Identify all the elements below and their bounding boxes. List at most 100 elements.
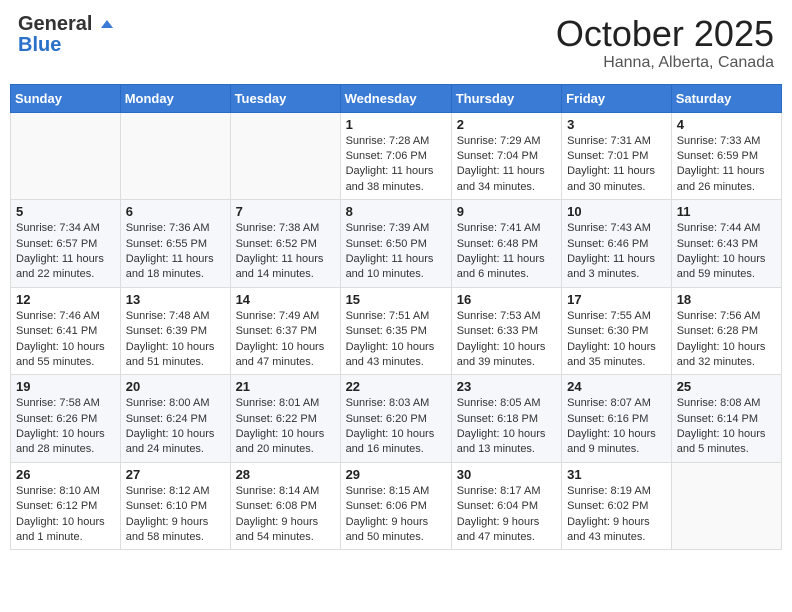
calendar-cell: 22 Sunrise: 8:03 AM Sunset: 6:20 PM Dayli… — [340, 375, 451, 463]
calendar-cell: 8 Sunrise: 7:39 AM Sunset: 6:50 PM Daylig… — [340, 200, 451, 288]
calendar-header-row: SundayMondayTuesdayWednesdayThursdayFrid… — [11, 84, 782, 112]
calendar-cell: 5Sunrise: 7:34 AM Sunset: 6:57 PM Daylig… — [11, 200, 121, 288]
calendar-table: SundayMondayTuesdayWednesdayThursdayFrid… — [10, 84, 782, 551]
title-block: October 2025 Hanna, Alberta, Canada — [556, 14, 774, 72]
calendar-cell — [671, 462, 781, 550]
day-info: Sunrise: 7:44 AM Sunset: 6:43 PM Dayligh… — [677, 221, 776, 283]
day-info: Sunrise: 8:00 AM Sunset: 6:24 PM Dayligh… — [126, 396, 225, 458]
calendar-cell: 28 Sunrise: 8:14 AM Sunset: 6:08 PM Dayli… — [230, 462, 340, 550]
calendar-cell: 25Sunrise: 8:08 AM Sunset: 6:14 PM Dayli… — [671, 375, 781, 463]
calendar-cell: 29 Sunrise: 8:15 AM Sunset: 6:06 PM Dayli… — [340, 462, 451, 550]
calendar-week-row: 19Sunrise: 7:58 AM Sunset: 6:26 PM Dayli… — [11, 375, 782, 463]
day-info: Sunrise: 7:29 AM Sunset: 7:04 PM Dayligh… — [457, 134, 556, 196]
day-number: 15 — [346, 292, 446, 307]
calendar-cell: 7 Sunrise: 7:38 AM Sunset: 6:52 PM Daylig… — [230, 200, 340, 288]
day-number: 2 — [457, 117, 556, 132]
day-number: 1 — [346, 117, 446, 132]
calendar-cell: 27 Sunrise: 8:12 AM Sunset: 6:10 PM Dayli… — [120, 462, 230, 550]
calendar-cell: 11 Sunrise: 7:44 AM Sunset: 6:43 PM Dayli… — [671, 200, 781, 288]
calendar-week-row: 26 Sunrise: 8:10 AM Sunset: 6:12 PM Dayli… — [11, 462, 782, 550]
day-number: 10 — [567, 204, 666, 219]
day-info: Sunrise: 8:15 AM Sunset: 6:06 PM Dayligh… — [346, 484, 446, 546]
day-info: Sunrise: 7:39 AM Sunset: 6:50 PM Dayligh… — [346, 221, 446, 283]
day-info: Sunrise: 7:36 AM Sunset: 6:55 PM Dayligh… — [126, 221, 225, 283]
calendar-cell: 4 Sunrise: 7:33 AM Sunset: 6:59 PM Daylig… — [671, 112, 781, 200]
calendar-week-row: 1 Sunrise: 7:28 AM Sunset: 7:06 PM Daylig… — [11, 112, 782, 200]
calendar-cell: 3 Sunrise: 7:31 AM Sunset: 7:01 PM Daylig… — [562, 112, 672, 200]
calendar-cell: 21Sunrise: 8:01 AM Sunset: 6:22 PM Dayli… — [230, 375, 340, 463]
weekday-header-tuesday: Tuesday — [230, 84, 340, 112]
logo-icon — [99, 18, 115, 34]
day-number: 22 — [346, 379, 446, 394]
page-header: General Blue October 2025 Hanna, Alberta… — [10, 10, 782, 76]
calendar-cell: 17Sunrise: 7:55 AM Sunset: 6:30 PM Dayli… — [562, 287, 672, 375]
day-number: 3 — [567, 117, 666, 132]
day-info: Sunrise: 8:19 AM Sunset: 6:02 PM Dayligh… — [567, 484, 666, 546]
calendar-week-row: 12 Sunrise: 7:46 AM Sunset: 6:41 PM Dayli… — [11, 287, 782, 375]
calendar-week-row: 5Sunrise: 7:34 AM Sunset: 6:57 PM Daylig… — [11, 200, 782, 288]
day-info: Sunrise: 7:38 AM Sunset: 6:52 PM Dayligh… — [236, 221, 335, 283]
weekday-header-sunday: Sunday — [11, 84, 121, 112]
day-info: Sunrise: 8:10 AM Sunset: 6:12 PM Dayligh… — [16, 484, 115, 546]
day-number: 28 — [236, 467, 335, 482]
day-number: 24 — [567, 379, 666, 394]
calendar-cell: 18 Sunrise: 7:56 AM Sunset: 6:28 PM Dayli… — [671, 287, 781, 375]
day-number: 4 — [677, 117, 776, 132]
day-number: 29 — [346, 467, 446, 482]
day-number: 27 — [126, 467, 225, 482]
weekday-header-thursday: Thursday — [451, 84, 561, 112]
calendar-cell: 19Sunrise: 7:58 AM Sunset: 6:26 PM Dayli… — [11, 375, 121, 463]
day-number: 12 — [16, 292, 115, 307]
day-number: 8 — [346, 204, 446, 219]
calendar-cell — [11, 112, 121, 200]
calendar-cell: 23Sunrise: 8:05 AM Sunset: 6:18 PM Dayli… — [451, 375, 561, 463]
day-number: 30 — [457, 467, 556, 482]
day-number: 7 — [236, 204, 335, 219]
day-info: Sunrise: 7:46 AM Sunset: 6:41 PM Dayligh… — [16, 309, 115, 371]
calendar-cell: 1 Sunrise: 7:28 AM Sunset: 7:06 PM Daylig… — [340, 112, 451, 200]
day-info: Sunrise: 8:05 AM Sunset: 6:18 PM Dayligh… — [457, 396, 556, 458]
weekday-header-wednesday: Wednesday — [340, 84, 451, 112]
day-number: 6 — [126, 204, 225, 219]
calendar-cell: 31 Sunrise: 8:19 AM Sunset: 6:02 PM Dayli… — [562, 462, 672, 550]
day-info: Sunrise: 8:17 AM Sunset: 6:04 PM Dayligh… — [457, 484, 556, 546]
weekday-header-monday: Monday — [120, 84, 230, 112]
day-number: 11 — [677, 204, 776, 219]
day-number: 19 — [16, 379, 115, 394]
calendar-cell — [230, 112, 340, 200]
day-number: 18 — [677, 292, 776, 307]
day-number: 14 — [236, 292, 335, 307]
day-number: 26 — [16, 467, 115, 482]
day-info: Sunrise: 7:51 AM Sunset: 6:35 PM Dayligh… — [346, 309, 446, 371]
logo-general: General — [18, 13, 92, 35]
day-info: Sunrise: 8:12 AM Sunset: 6:10 PM Dayligh… — [126, 484, 225, 546]
calendar-cell: 14 Sunrise: 7:49 AM Sunset: 6:37 PM Dayli… — [230, 287, 340, 375]
day-info: Sunrise: 7:56 AM Sunset: 6:28 PM Dayligh… — [677, 309, 776, 371]
logo-blue: Blue — [18, 34, 61, 56]
day-info: Sunrise: 7:41 AM Sunset: 6:48 PM Dayligh… — [457, 221, 556, 283]
calendar-cell: 13Sunrise: 7:48 AM Sunset: 6:39 PM Dayli… — [120, 287, 230, 375]
calendar-cell: 24 Sunrise: 8:07 AM Sunset: 6:16 PM Dayli… — [562, 375, 672, 463]
day-info: Sunrise: 8:07 AM Sunset: 6:16 PM Dayligh… — [567, 396, 666, 458]
weekday-header-saturday: Saturday — [671, 84, 781, 112]
day-info: Sunrise: 7:49 AM Sunset: 6:37 PM Dayligh… — [236, 309, 335, 371]
day-info: Sunrise: 7:53 AM Sunset: 6:33 PM Dayligh… — [457, 309, 556, 371]
calendar-cell: 16 Sunrise: 7:53 AM Sunset: 6:33 PM Dayli… — [451, 287, 561, 375]
day-info: Sunrise: 8:14 AM Sunset: 6:08 PM Dayligh… — [236, 484, 335, 546]
calendar-cell: 12 Sunrise: 7:46 AM Sunset: 6:41 PM Dayli… — [11, 287, 121, 375]
day-info: Sunrise: 8:03 AM Sunset: 6:20 PM Dayligh… — [346, 396, 446, 458]
calendar-cell: 6 Sunrise: 7:36 AM Sunset: 6:55 PM Daylig… — [120, 200, 230, 288]
location: Hanna, Alberta, Canada — [556, 54, 774, 72]
calendar-cell: 2 Sunrise: 7:29 AM Sunset: 7:04 PM Daylig… — [451, 112, 561, 200]
day-info: Sunrise: 7:34 AM Sunset: 6:57 PM Dayligh… — [16, 221, 115, 283]
day-info: Sunrise: 7:28 AM Sunset: 7:06 PM Dayligh… — [346, 134, 446, 196]
month-title: October 2025 — [556, 14, 774, 54]
calendar-cell: 15 Sunrise: 7:51 AM Sunset: 6:35 PM Dayli… — [340, 287, 451, 375]
day-info: Sunrise: 7:33 AM Sunset: 6:59 PM Dayligh… — [677, 134, 776, 196]
day-info: Sunrise: 7:43 AM Sunset: 6:46 PM Dayligh… — [567, 221, 666, 283]
day-number: 16 — [457, 292, 556, 307]
day-number: 31 — [567, 467, 666, 482]
calendar-cell: 26 Sunrise: 8:10 AM Sunset: 6:12 PM Dayli… — [11, 462, 121, 550]
day-info: Sunrise: 7:31 AM Sunset: 7:01 PM Dayligh… — [567, 134, 666, 196]
day-number: 25 — [677, 379, 776, 394]
